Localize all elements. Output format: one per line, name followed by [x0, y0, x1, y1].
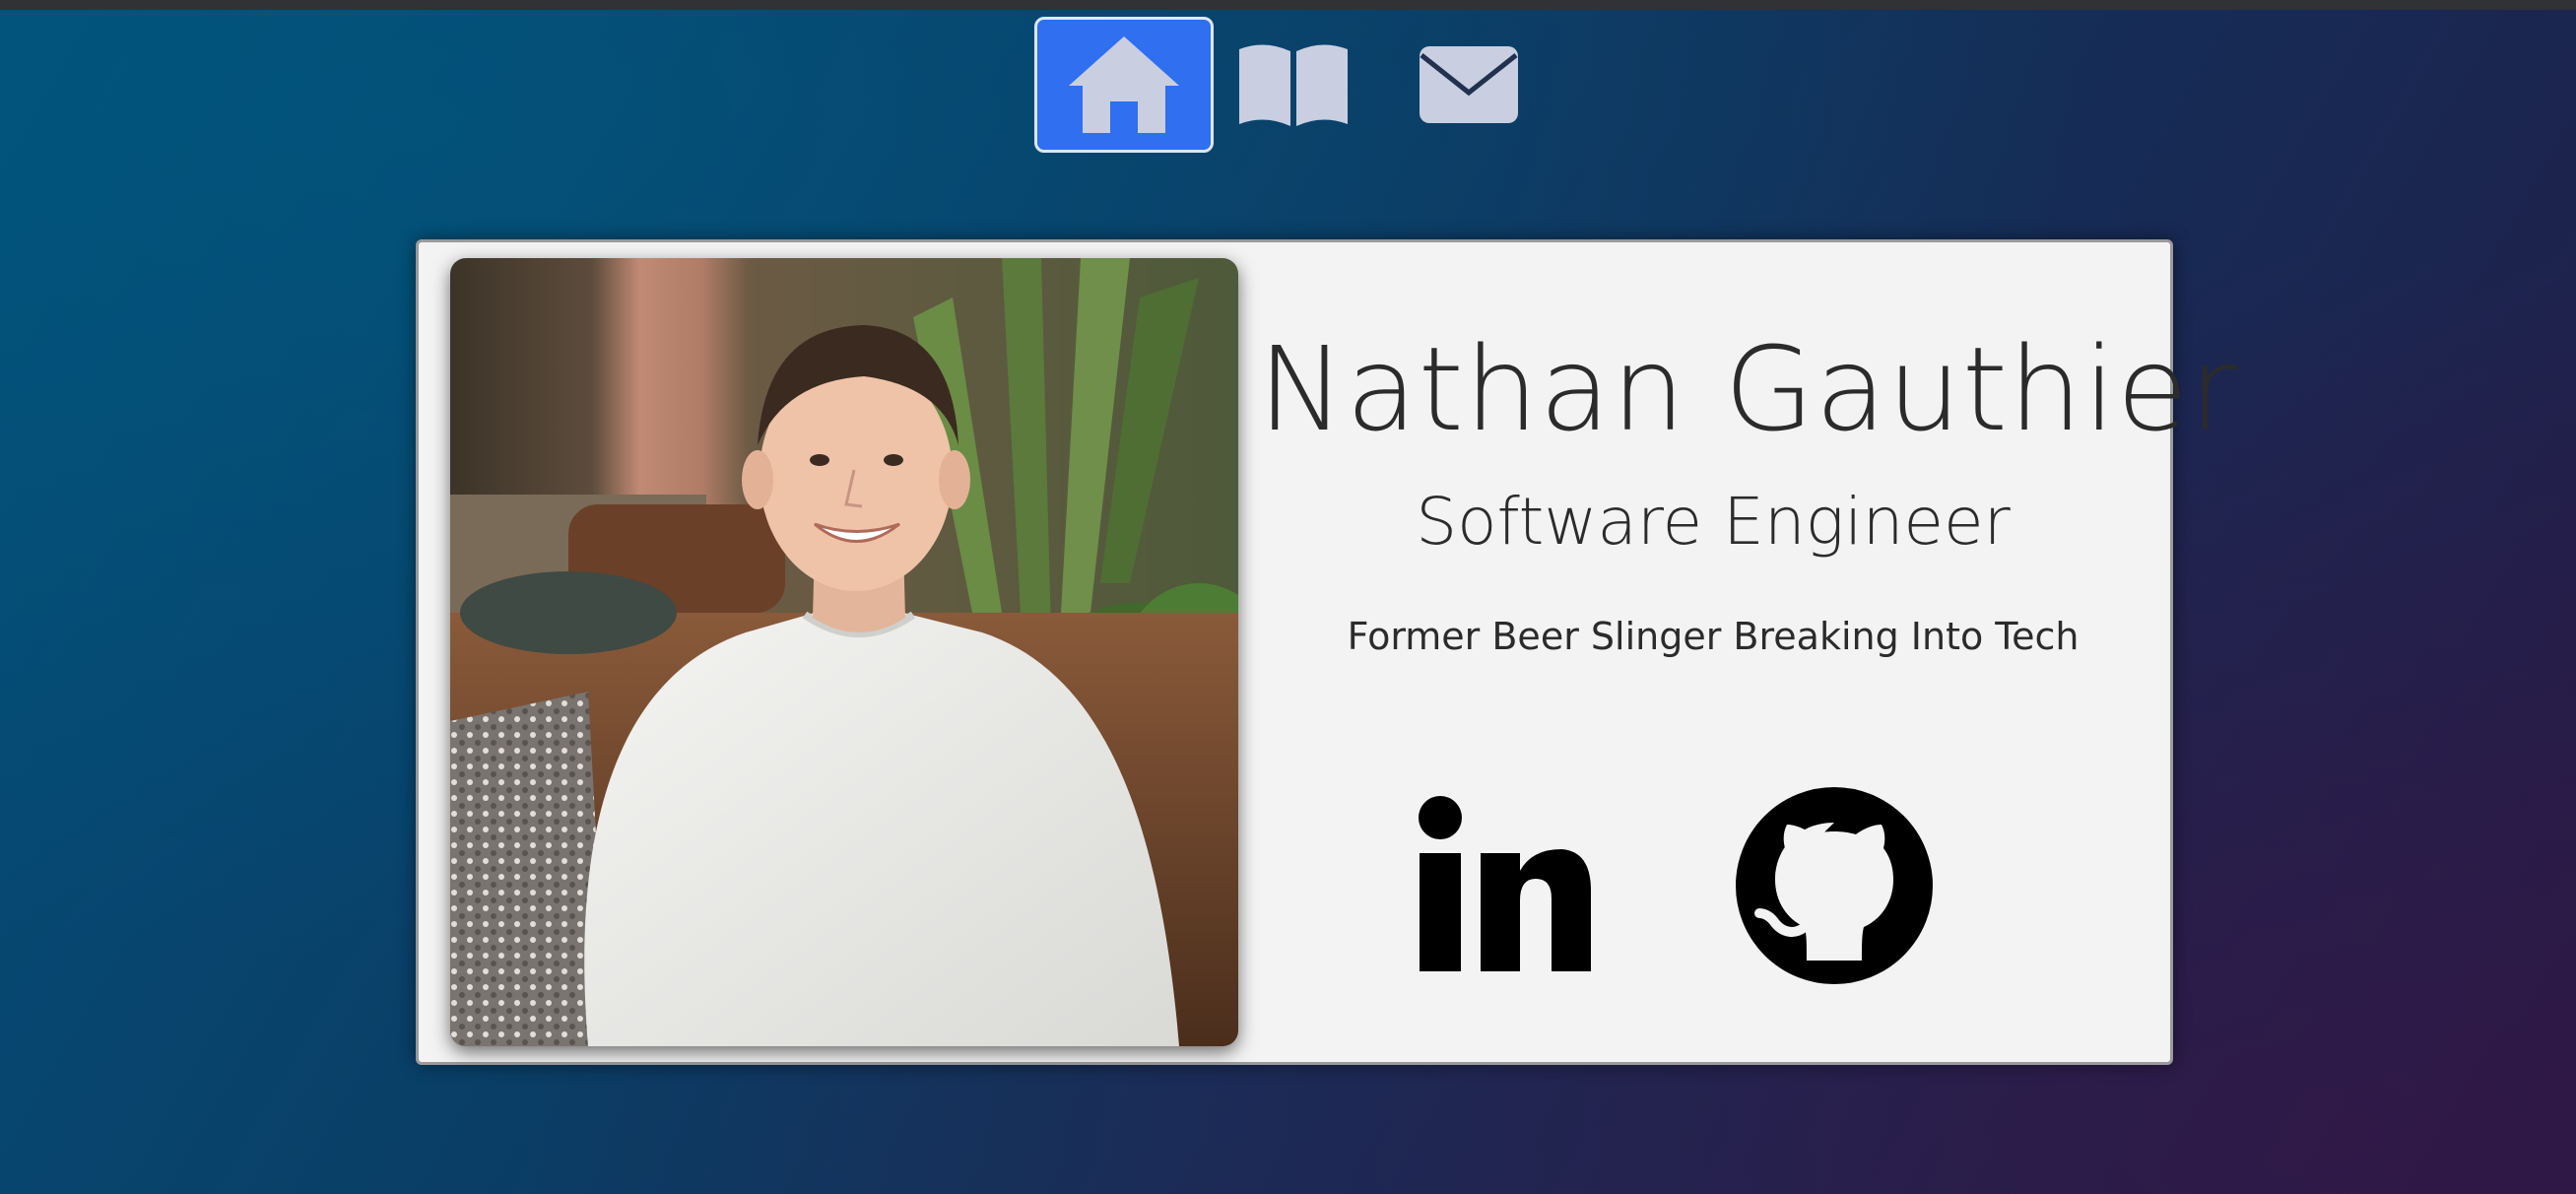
profile-title: Software Engineer: [1416, 484, 2011, 560]
linkedin-icon: [1419, 796, 1591, 971]
nav-contact-button[interactable]: [1379, 17, 1558, 153]
nav-home-button[interactable]: [1034, 17, 1214, 153]
github-link[interactable]: [1731, 782, 1938, 989]
profile-name: Nathan Gauthier: [1258, 321, 2238, 457]
profile-photo: [450, 258, 1238, 1046]
profile-card: Nathan Gauthier Software Engineer Former…: [416, 239, 2238, 1065]
profile-info: Nathan Gauthier Software Engineer Former…: [1258, 242, 2238, 1062]
linkedin-link[interactable]: [1396, 782, 1603, 989]
top-bar: [0, 0, 2576, 10]
book-icon: [1239, 44, 1348, 126]
nav-projects-button[interactable]: [1204, 17, 1383, 153]
github-icon: [1736, 787, 1933, 984]
profile-tagline: Former Beer Slinger Breaking Into Tech: [1347, 615, 2080, 658]
envelope-icon: [1420, 46, 1518, 123]
home-icon: [1069, 36, 1179, 133]
